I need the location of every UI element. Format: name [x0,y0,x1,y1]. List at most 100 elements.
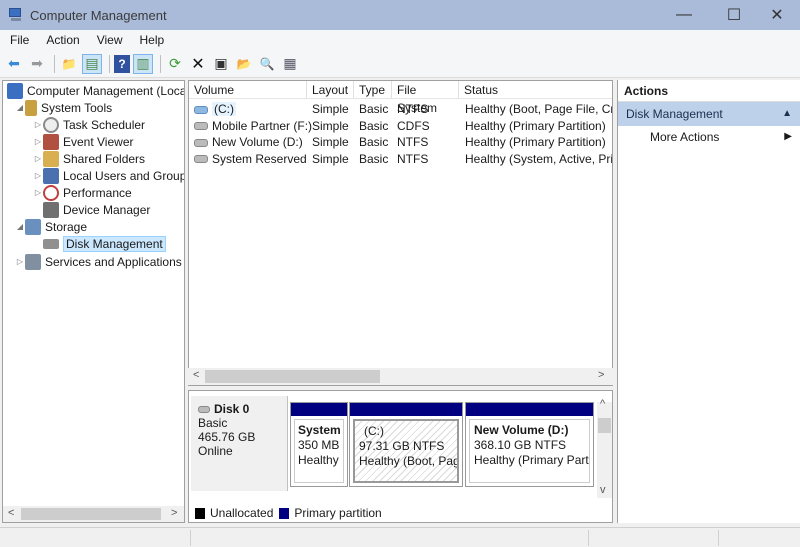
cell-type: Basic [359,151,389,166]
disk-legend: Unallocated Primary partition [188,504,613,523]
back-arrow-icon[interactable]: ⬅ [4,54,24,74]
section-label: Disk Management [626,107,723,121]
minimize-button[interactable]: — [661,0,707,30]
scroll-right-icon[interactable]: > [598,369,604,381]
column-header-volume[interactable]: Volume [189,81,307,99]
primary-partition-band [350,403,462,416]
scroll-left-icon[interactable]: < [8,507,14,519]
close-button[interactable]: ✕ [754,0,800,30]
cell-volume: System Reserved [212,151,307,166]
cell-file-system: NTFS [397,135,429,149]
cd-drive-icon [194,122,208,131]
tree-item-system-tools[interactable]: ◢ System Tools [15,99,112,116]
cell-layout: Simple [312,102,349,116]
scroll-up-icon[interactable]: ^ [600,398,605,410]
disk-settings-icon[interactable]: ▦ [280,54,300,74]
disk-name: Disk 0 [214,402,250,416]
menu-help[interactable]: Help [133,33,172,47]
tree-item-label: Task Scheduler [63,117,146,132]
clock-icon [43,116,59,133]
expand-arrow-icon[interactable]: ▷ [33,137,43,146]
disk-map-vertical-scrollbar[interactable]: ^ v [597,398,612,498]
disk-type: Basic [198,416,228,430]
tree-item-device-manager[interactable]: Device Manager [33,201,150,218]
expand-arrow-icon[interactable]: ▷ [33,171,43,180]
tree-item-computer-management[interactable]: Computer Management (Local [5,82,184,99]
actions-header: Actions [618,80,800,102]
legend-unallocated: Unallocated [210,506,274,520]
delete-icon[interactable]: ✕ [188,54,208,74]
tree-item-task-scheduler[interactable]: ▷ Task Scheduler [33,116,145,133]
cell-status: Healthy (Primary Partition) [465,135,606,149]
scroll-right-icon[interactable]: > [171,507,177,519]
disk-info[interactable]: Disk 0 Basic 465.76 GB Online [191,396,288,491]
volume-list-horizontal-scrollbar[interactable]: < > [188,368,613,385]
partition-system[interactable]: System 350 MB N Healthy [290,402,348,487]
expand-arrow-icon[interactable]: ▷ [33,120,43,129]
scrollbar-thumb[interactable] [21,508,161,520]
tree-item-label: Event Viewer [63,134,134,149]
services-icon [25,253,41,270]
actions-section-disk-management[interactable]: Disk Management ▲ [618,102,800,126]
tree-horizontal-scrollbar[interactable]: < > [2,506,185,523]
menu-action[interactable]: Action [39,33,86,47]
column-header-file-system[interactable]: File System [392,81,459,115]
maximize-button[interactable]: ☐ [711,0,757,30]
properties-icon[interactable]: ▣ [211,54,231,74]
scroll-down-icon[interactable]: v [600,484,606,496]
toolbar: ⬅ ➡ 📁 ▤ ? ▥ ⟳ ✕ ▣ 📂 🔍 ▦ [0,50,800,78]
expand-arrow-icon[interactable]: ▷ [33,154,43,163]
forward-arrow-icon[interactable]: ➡ [27,54,47,74]
actions-pane: Actions Disk Management ▲ More Actions ▶ [617,80,800,523]
column-header-status[interactable]: Status [459,81,612,99]
collapse-up-icon[interactable]: ▲ [782,102,792,126]
tree-item-storage[interactable]: ◢ Storage [15,218,87,235]
partition-d[interactable]: New Volume (D:) 368.10 GB NTFS Healthy (… [465,402,594,487]
show-hide-console-tree-icon[interactable]: ▤ [82,53,102,74]
help-icon[interactable]: ? [114,54,130,73]
column-header-layout[interactable]: Layout [307,81,354,99]
legend-swatch-unallocated [195,507,205,519]
scrollbar-thumb[interactable] [205,370,380,383]
refresh-icon[interactable]: ⟳ [165,54,185,74]
tree-item-label: Device Manager [63,202,151,217]
expand-arrow-icon[interactable]: ▷ [15,257,25,266]
partition-name: System [298,423,341,437]
menu-view[interactable]: View [90,33,130,47]
tree-item-local-users-and-groups[interactable]: ▷ Local Users and Groups [33,167,185,184]
cell-file-system: NTFS [397,151,429,166]
legend-swatch-primary [279,507,290,519]
tree-item-disk-management[interactable]: Disk Management [33,235,166,252]
tree-item-event-viewer[interactable]: ▷ Event Viewer [33,133,133,150]
scrollbar-thumb[interactable] [598,418,611,433]
window-title: Computer Management [30,7,167,23]
column-header-type[interactable]: Type [354,81,392,99]
cell-type: Basic [359,118,389,133]
primary-partition-band [291,403,347,416]
tree-item-label: Local Users and Groups [63,168,185,183]
device-manager-icon [43,201,59,218]
menu-file[interactable]: File [3,33,36,47]
disk-icon [198,406,210,414]
cell-status: Healthy (Primary Partition) [465,118,606,133]
open-folder-icon[interactable]: 📂 [234,54,254,74]
tree-item-services-and-applications[interactable]: ▷ Services and Applications [15,253,182,270]
scroll-left-icon[interactable]: < [193,369,199,381]
tree-item-performance[interactable]: ▷ Performance [33,184,132,201]
expand-arrow-icon[interactable]: ▷ [33,188,43,197]
collapse-arrow-icon[interactable]: ◢ [15,103,25,112]
computer-management-icon [8,7,24,23]
partition-c[interactable]: (C:) 97.31 GB NTFS Healthy (Boot, Page [349,402,463,487]
collapse-arrow-icon[interactable]: ◢ [15,222,25,231]
up-folder-icon[interactable]: 📁 [59,54,79,74]
search-icon[interactable]: 🔍 [257,54,277,74]
disk-icon [43,238,59,249]
cell-volume: (C:) [212,102,236,116]
tree-item-label: Services and Applications [45,254,182,269]
show-hide-action-pane-icon[interactable]: ▥ [133,53,153,74]
action-more-actions[interactable]: More Actions ▶ [618,126,800,148]
tree-item-shared-folders[interactable]: ▷ Shared Folders [33,150,145,167]
cell-type: Basic [359,102,389,116]
partition-status: Healthy (Boot, Page [359,454,459,468]
tools-icon [25,99,37,116]
